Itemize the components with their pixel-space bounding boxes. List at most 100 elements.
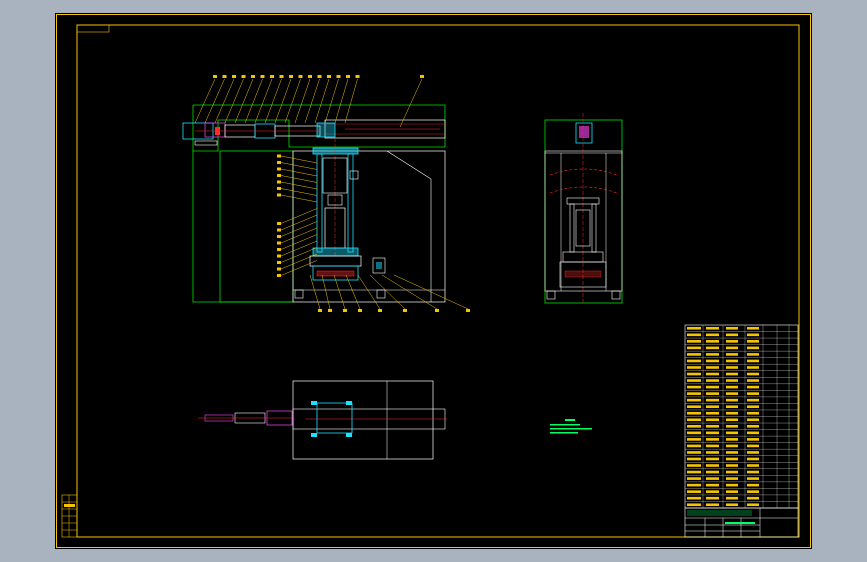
bom-cell-text	[747, 366, 759, 369]
bom-cell-text	[706, 398, 719, 402]
bom-cell-text	[726, 385, 738, 389]
bom-cell-text	[687, 366, 701, 369]
bom-cell-text	[687, 405, 701, 409]
bom-cell-text	[747, 346, 759, 350]
balloon-leader	[234, 78, 254, 124]
balloon-tag	[277, 241, 281, 245]
balloon-tag	[343, 309, 347, 312]
bom-cell-text	[706, 379, 719, 382]
balloon-tag	[260, 75, 265, 78]
bom-cell-text	[706, 359, 719, 363]
balloon-tag	[277, 228, 281, 232]
balloon-tag	[378, 309, 382, 312]
bom-cell-text	[706, 431, 719, 435]
corner-tag-box	[76, 24, 110, 33]
balloon-tag	[277, 222, 281, 225]
balloon-leader	[274, 78, 292, 124]
balloon-tag	[317, 75, 322, 78]
balloon-leader	[381, 274, 438, 310]
balloon-leader	[280, 162, 318, 170]
bom-cell-text	[726, 353, 738, 356]
balloon-leader	[280, 214, 318, 231]
balloon-tag	[318, 309, 322, 312]
bom-cell-text	[706, 366, 719, 369]
balloon-leader	[264, 78, 282, 124]
bom-cell-text	[726, 372, 738, 376]
bom-cell-text	[706, 438, 719, 441]
balloon-tag	[232, 75, 236, 78]
bom-cell-text	[726, 424, 738, 428]
balloon-tag	[277, 274, 281, 277]
balloon-leader	[280, 227, 318, 244]
balloon-leader	[280, 221, 318, 237]
cad-viewport[interactable]	[55, 13, 812, 549]
title-block	[684, 507, 799, 538]
balloon-leader	[280, 181, 318, 190]
bom-cell-text	[687, 411, 701, 415]
bom-cell-text	[706, 483, 719, 487]
bom-cell-text	[726, 457, 738, 461]
technical-notes	[550, 419, 592, 434]
balloon-tag	[251, 75, 255, 78]
bom-cell-text	[726, 438, 738, 441]
balloon-tag	[270, 75, 274, 78]
bom-cell-text	[706, 444, 719, 448]
bom-cell-text	[687, 424, 701, 428]
bom-cell-text	[747, 333, 759, 337]
top-outline	[292, 380, 434, 460]
bom-cell-text	[726, 503, 738, 507]
bom-cell-text	[747, 444, 759, 448]
balloon-leader	[280, 194, 318, 203]
bom-cell-text	[687, 346, 701, 350]
bom-cell-text	[706, 451, 719, 454]
bom-cell-text	[747, 477, 759, 480]
bom-cell-text	[726, 444, 738, 448]
bom-cell-text	[687, 379, 701, 382]
bom-cell-text	[687, 385, 701, 389]
bom-cell-text	[747, 398, 759, 402]
bom-cell-text	[747, 503, 759, 507]
bom-cell-text	[706, 353, 719, 356]
balloon-leader	[280, 240, 318, 257]
balloon-tag	[277, 261, 281, 264]
balloon-leader	[280, 253, 318, 270]
bom-cell-text	[747, 483, 759, 487]
balloon-tag	[213, 75, 217, 78]
bom-cell-text	[706, 418, 719, 422]
balloon-leader	[224, 78, 244, 124]
bom-cell-text	[726, 366, 738, 369]
bom-cell-text	[706, 464, 719, 467]
bom-cell-text	[726, 477, 738, 480]
balloon-leader	[280, 155, 318, 164]
cad-drawing	[56, 14, 811, 548]
bom-cell-text	[747, 424, 759, 428]
bom-cell-text	[726, 490, 738, 493]
bom-cell-text	[726, 359, 738, 363]
balloon-tag	[358, 309, 362, 312]
balloon-leader	[204, 78, 225, 124]
outer-border	[56, 14, 811, 548]
bom-cell-text	[706, 411, 719, 415]
balloon-leader	[334, 78, 349, 124]
bom-cell-text	[747, 496, 759, 500]
balloon-tag	[277, 235, 281, 238]
balloon-tag	[277, 174, 281, 177]
bom-cell-text	[726, 483, 738, 487]
bom-cell-text	[726, 398, 738, 402]
revision-stamp	[61, 494, 78, 538]
bom-cell-text	[747, 470, 759, 474]
balloon-leader	[280, 175, 318, 183]
bom-cell-text	[706, 457, 719, 461]
bom-cell-text	[706, 372, 719, 376]
balloon-tag	[327, 75, 331, 78]
bom-cell-text	[726, 431, 738, 435]
bom-cell-text	[687, 503, 701, 507]
bom-cell-text	[687, 392, 701, 395]
bom-cell-text	[687, 451, 701, 454]
frame-outline-lower	[192, 151, 292, 303]
bill-of-materials	[684, 324, 799, 509]
balloon-leader	[280, 247, 318, 263]
balloon-tag	[289, 75, 293, 78]
balloon-leader	[344, 78, 358, 124]
bom-cell-text	[687, 326, 701, 330]
